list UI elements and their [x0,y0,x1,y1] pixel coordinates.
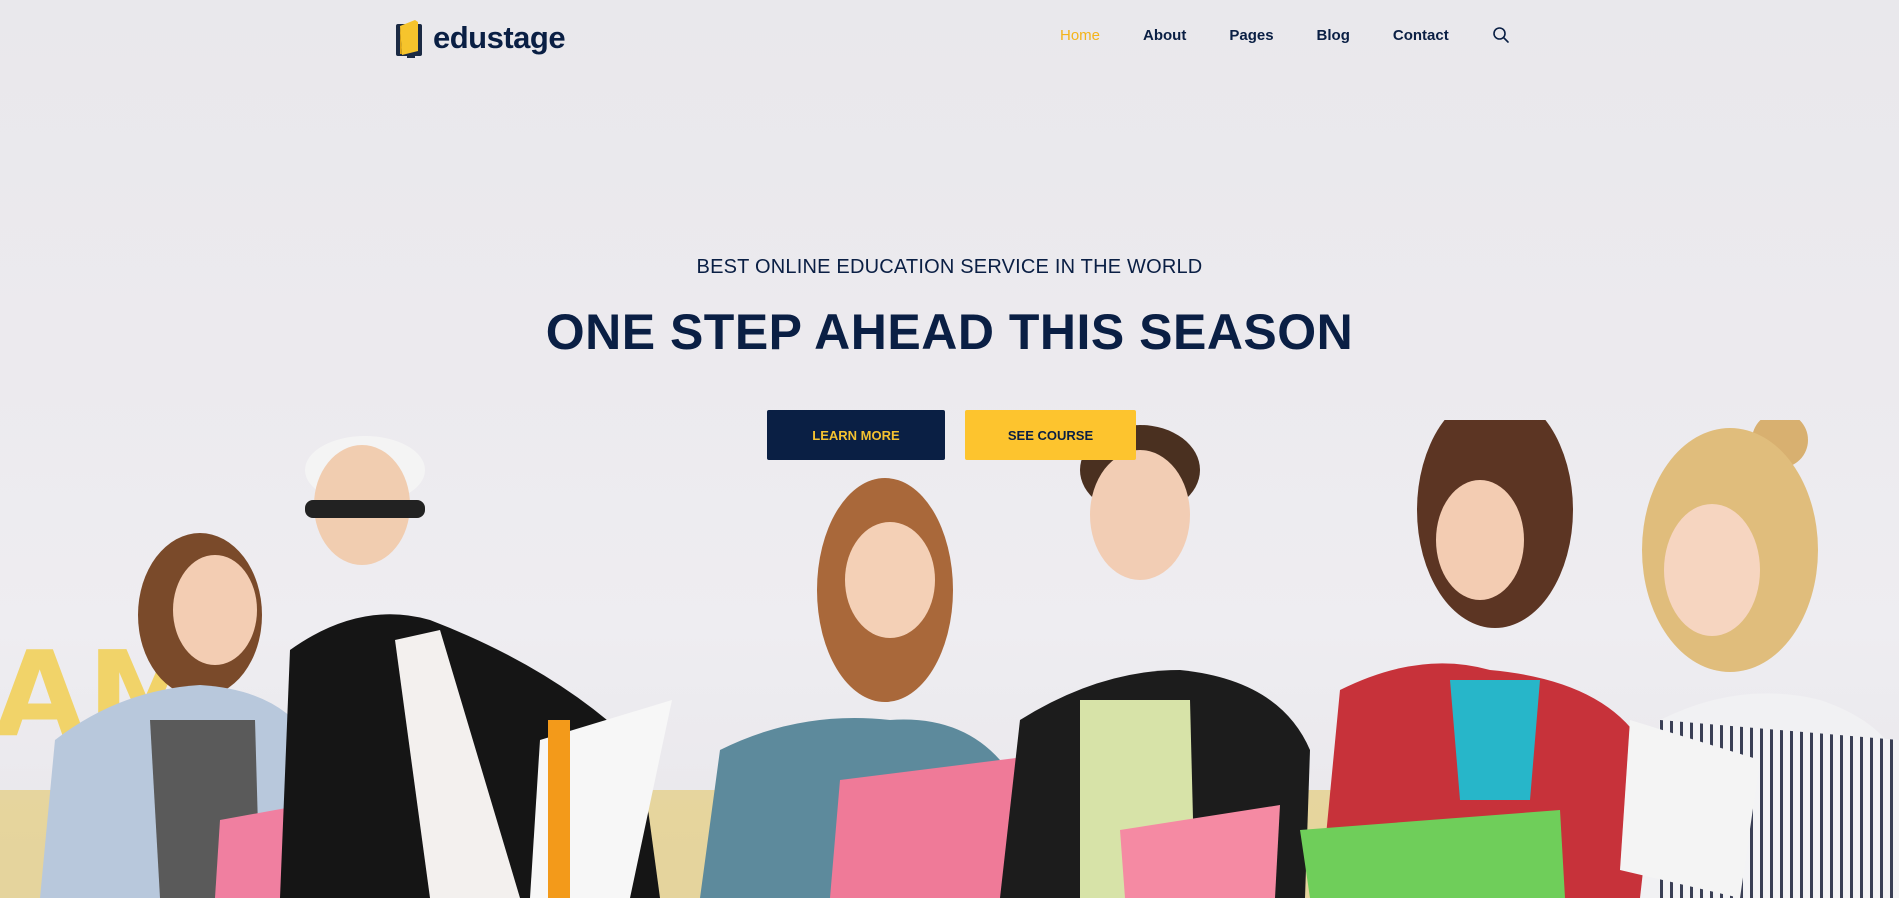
learn-more-button[interactable]: LEARN MORE [767,410,945,460]
search-icon[interactable] [1492,26,1510,44]
book-logo-icon [396,20,422,58]
student-girl-3 [1300,420,1650,898]
logo[interactable]: edustage [395,18,566,58]
nav-item-pages[interactable]: Pages [1229,27,1273,44]
brand-name: edustage [433,20,566,55]
see-course-button[interactable]: SEE COURSE [965,410,1136,460]
hero-title: ONE STEP AHEAD THIS SEASON [545,304,1354,360]
main-nav: Home About Pages Blog Contact [1060,26,1510,44]
students-photo [40,420,1899,898]
student-girl-4 [1620,420,1899,898]
student-boy-1 [280,436,672,898]
nav-item-contact[interactable]: Contact [1393,27,1449,44]
hero-section: AM edustage Home About Pages Blog Contac… [0,0,1899,898]
student-boy-2 [1000,425,1310,898]
nav-item-blog[interactable]: Blog [1317,27,1350,44]
site-header: edustage Home About Pages Blog Contact [0,0,1899,78]
hero-subtitle: BEST ONLINE EDUCATION SERVICE IN THE WOR… [696,256,1203,278]
nav-item-about[interactable]: About [1143,27,1186,44]
nav-item-home[interactable]: Home [1060,27,1100,44]
